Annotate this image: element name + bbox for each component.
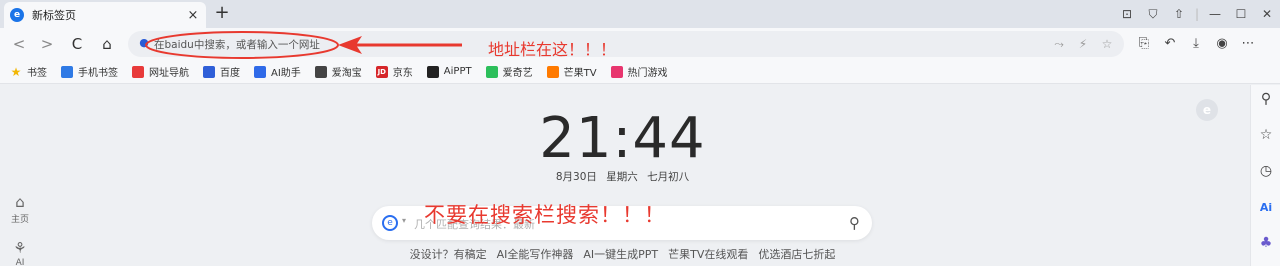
hot-word-link[interactable]: AI全能写作神器 [497, 248, 574, 261]
share-icon[interactable]: ⤳ [1050, 35, 1068, 53]
hot-word-link[interactable]: AI一键生成PPT [583, 248, 658, 261]
maximize-icon[interactable]: ☐ [1228, 7, 1254, 21]
bookmark-label: 百度 [220, 68, 240, 79]
sidebar-item-label: 主页 [10, 215, 29, 225]
bookmark-favicon-icon [485, 65, 498, 78]
address-annotation-text: 地址栏在这！！！ [488, 40, 617, 59]
search-icon[interactable]: ⚲ [849, 214, 860, 232]
back-button[interactable]: < [8, 33, 30, 55]
bookmark-label: 书签 [27, 68, 47, 79]
home-icon: ⌂ [15, 193, 25, 211]
bookmark-favicon-icon [546, 65, 559, 78]
bookmark-favicon-icon [426, 65, 439, 78]
bookmark-label: 爱淘宝 [331, 68, 362, 79]
more-menu-icon[interactable]: ⋯ [1236, 33, 1260, 55]
bookmark-item[interactable]: 爱奇艺 [485, 64, 533, 79]
speed-icon[interactable]: ⚡ [1074, 35, 1092, 53]
history-icon[interactable]: ◷ [1251, 163, 1280, 179]
bookmark-item[interactable]: 热门游戏 [610, 64, 668, 79]
hot-word-link[interactable]: 没设计？有稿定 [410, 248, 487, 261]
skin-icon[interactable]: ⇧ [1166, 7, 1192, 21]
bookmark-item[interactable]: 网址导航 [132, 64, 189, 79]
bookmark-label: 京东 [392, 68, 413, 79]
window-controls: ⊡ ⛉ ⇧ | — ☐ ✕ [1114, 0, 1280, 28]
bookmark-item[interactable]: JD 京东 [375, 64, 413, 79]
baidu-paw-icon: ● [139, 36, 149, 49]
tab-new-tab[interactable]: e 新标签页 × [4, 2, 206, 28]
bookmark-favicon-icon [254, 65, 266, 78]
bookmark-item[interactable]: AI助手 [254, 64, 301, 79]
chevron-down-icon[interactable]: ▾ [402, 216, 406, 225]
bookmark-item[interactable]: 爱淘宝 [314, 64, 362, 79]
hot-words: 没设计？有稿定 AI全能写作神器 AI一键生成PPT 芒果TV在线观看 优选酒店七折起 [0, 246, 1245, 262]
close-window-icon[interactable]: ✕ [1254, 7, 1280, 21]
right-sidebar: ⚲ ☆ ◷ Ai ♣ [1250, 85, 1280, 266]
weekday-text: 星期六 [606, 171, 638, 183]
ai-assistant-icon[interactable]: Ai [1251, 201, 1280, 214]
bookmarks-bar: ★ 书签 手机书签 网址导航 百度 AI助手 爱淘宝 JD 京东 AiPPT 爱奇艺 芒果TV 热门游戏 [0, 60, 1280, 84]
address-bar[interactable]: ● 在baidu中搜索，或者输入一个网址 ⤳ ⚡ ☆ [128, 31, 1124, 57]
bookmark-label: 手机书签 [78, 68, 118, 79]
browser-logo-icon: e [10, 8, 24, 22]
tab-manager-icon[interactable]: ⊡ [1114, 7, 1140, 21]
collections-icon[interactable]: ⎘ [1132, 33, 1156, 55]
minimize-icon[interactable]: — [1202, 7, 1228, 21]
new-tab-page: ⌂ 主页 ⚘ AI e 21:44 8月30日 星期六 七月初八 e ▾ 几个匹… [0, 85, 1280, 266]
address-actions: ⤳ ⚡ ☆ [1050, 35, 1116, 53]
bookmark-item[interactable]: 芒果TV [546, 64, 597, 79]
hot-word-link[interactable]: 芒果TV在线观看 [668, 248, 748, 261]
games-icon[interactable]: ♣ [1251, 235, 1280, 251]
bookmark-item[interactable]: 手机书签 [61, 64, 118, 79]
download-icon[interactable]: ⤓ [1184, 33, 1208, 55]
bookmark-label: 热门游戏 [627, 68, 668, 79]
bookmark-favicon-icon [203, 65, 215, 78]
bookmark-item[interactable]: AiPPT [426, 65, 472, 78]
date-text: 8月30日 [555, 171, 597, 183]
sidebar-item-home[interactable]: ⌂ 主页 [0, 193, 40, 225]
toolbar: < > C ⌂ ● 在baidu中搜索，或者输入一个网址 ⤳ ⚡ ☆ ⎘ ↶ ⤓… [0, 28, 1280, 60]
address-placeholder: 在baidu中搜索，或者输入一个网址 [154, 39, 320, 51]
search-engine-icon[interactable]: e [382, 215, 398, 231]
tab-strip: e 新标签页 × + ⊡ ⛉ ⇧ | — ☐ ✕ [0, 0, 1280, 28]
new-tab-button[interactable]: + [212, 3, 232, 23]
search-annotation-text: 不要在搜索栏搜索！！！ [424, 203, 666, 227]
bookmark-star-icon[interactable]: ☆ [1098, 35, 1116, 53]
bookmark-item[interactable]: ★ 书签 [10, 64, 47, 80]
bookmark-favicon-icon [132, 65, 144, 78]
close-tab-icon[interactable]: × [186, 8, 200, 23]
separator: | [1194, 7, 1200, 21]
bookmark-favicon-icon: ★ [10, 64, 22, 79]
reload-button[interactable]: C [66, 33, 88, 55]
bookmark-favicon-icon [610, 65, 623, 78]
extensions-icon[interactable]: ⛉ [1140, 7, 1166, 22]
account-avatar-icon[interactable]: ◉ [1210, 33, 1234, 55]
bookmark-label: 网址导航 [149, 68, 189, 79]
hot-word-link[interactable]: 优选酒店七折起 [758, 248, 835, 261]
bookmark-label: AI助手 [271, 68, 301, 79]
bookmark-label: AiPPT [443, 66, 472, 77]
bookmark-item[interactable]: 百度 [203, 64, 240, 79]
clock-time: 21:44 [539, 106, 706, 171]
undo-close-icon[interactable]: ↶ [1158, 33, 1182, 55]
clock-date: 8月30日 星期六 七月初八 [0, 169, 1245, 184]
bookmark-label: 爱奇艺 [502, 68, 533, 79]
lunar-date-text: 七月初八 [647, 171, 690, 183]
search-icon[interactable]: ⚲ [1251, 91, 1280, 107]
favorites-icon[interactable]: ☆ [1251, 127, 1280, 143]
bookmark-favicon-icon: JD [375, 65, 388, 78]
bookmark-favicon-icon [61, 65, 73, 78]
home-button[interactable]: ⌂ [96, 33, 118, 55]
bookmark-favicon-icon [314, 65, 327, 78]
toolbar-actions: ⎘ ↶ ⤓ ◉ ⋯ [1132, 33, 1260, 55]
bookmark-label: 芒果TV [563, 68, 597, 79]
forward-button[interactable]: > [36, 33, 58, 55]
tab-title: 新标签页 [32, 9, 76, 22]
